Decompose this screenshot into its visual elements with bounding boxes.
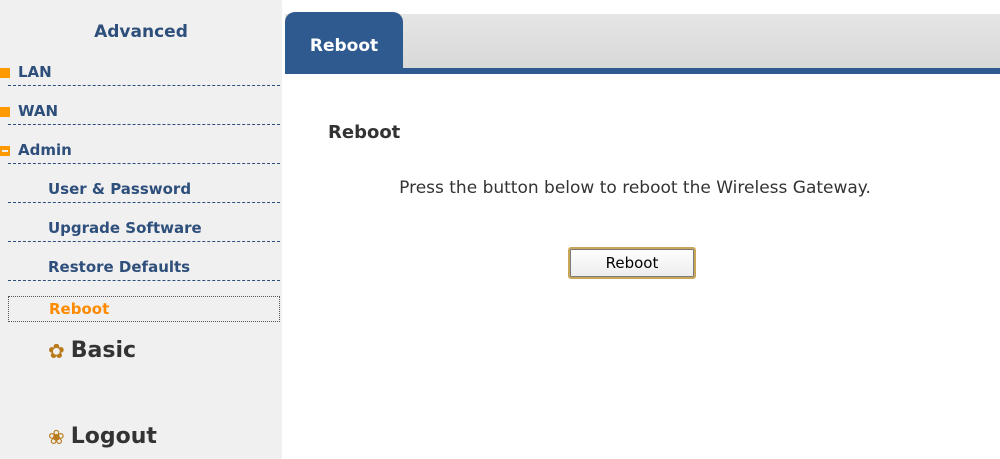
gear-gift-icon: ✿ [48,338,65,363]
sidebar-item-upgrade-software[interactable]: Upgrade Software [8,204,280,242]
sidebar-item-label: LAN [18,63,52,81]
sidebar-title: Advanced [94,22,188,42]
basic-label: Basic [70,338,137,363]
logout-link[interactable]: ❀ Logout [48,424,157,449]
page-title: Reboot [328,122,401,143]
logout-label: Logout [70,424,157,449]
sidebar-item-user-password[interactable]: User & Password [8,165,280,203]
square-bullet-icon [0,107,10,117]
basic-link[interactable]: ✿ Basic [48,338,136,363]
sidebar-item-wan[interactable]: WAN [0,87,280,125]
sidebar-item-admin[interactable]: Admin [0,126,280,164]
page-description: Press the button below to reboot the Wir… [399,178,871,198]
sidebar-item-label: Restore Defaults [48,258,191,276]
sidebar-item-lan[interactable]: LAN [0,48,280,86]
tab-reboot[interactable]: Reboot [285,12,403,72]
square-bullet-icon [0,68,10,78]
logout-gift-icon: ❀ [48,424,65,449]
sidebar-item-reboot[interactable]: Reboot [8,296,280,322]
collapse-minus-icon [0,146,10,156]
sidebar: Advanced LAN WAN Admin User & Password U… [0,0,282,459]
sidebar-item-restore-defaults[interactable]: Restore Defaults [8,243,280,281]
sidebar-item-label: User & Password [48,180,192,198]
sidebar-item-label: Reboot [49,300,110,318]
sidebar-item-label: WAN [18,102,59,120]
sidebar-item-label: Admin [18,141,72,159]
sidebar-item-label: Upgrade Software [48,219,202,237]
reboot-button[interactable]: Reboot [568,247,696,279]
